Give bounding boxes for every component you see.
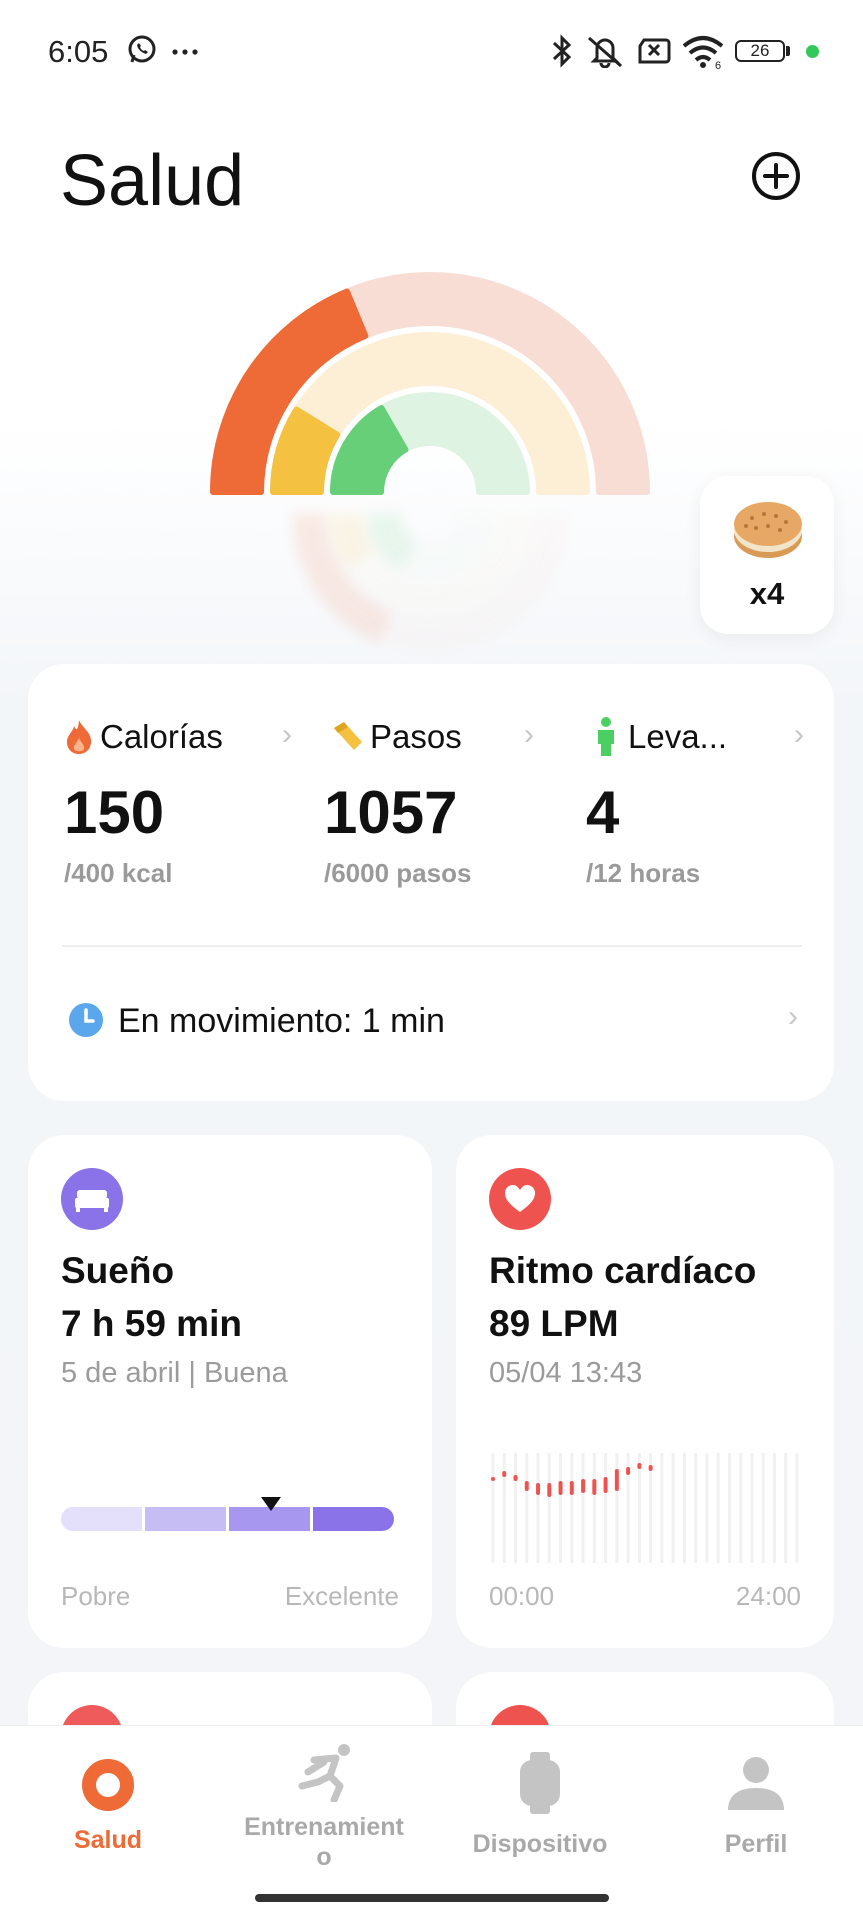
plus-circle-icon[interactable]	[750, 150, 802, 202]
activity-rings-reflection	[292, 513, 568, 653]
metric-goal: /400 kcal	[64, 858, 173, 888]
hr-range-mark	[603, 1477, 608, 1493]
reward-badge[interactable]: x4	[700, 476, 834, 634]
nav-label: Dispositivo	[472, 1830, 608, 1858]
more-icon	[172, 49, 198, 55]
sleep-quality-marker	[260, 1497, 281, 1511]
profile-icon	[728, 1757, 784, 1810]
battery-tip	[786, 46, 790, 56]
sleep-value: 7 h 59 min	[61, 1303, 242, 1344]
metric-label: Pasos	[370, 718, 462, 755]
watch-icon	[520, 1752, 560, 1814]
metric-value: 150	[64, 779, 165, 846]
metric-stand[interactable]: Leva... › 4 /12 horas	[586, 712, 826, 888]
nav-item-entrenamiento[interactable]: Entrenamient o	[244, 1726, 404, 1886]
status-bar: 6:05 6 26	[0, 0, 863, 110]
metric-value: 1057	[324, 779, 458, 846]
nav-item-perfil[interactable]: Perfil	[686, 1726, 826, 1886]
sleep-card[interactable]: Sueño 7 h 59 min 5 de abril | Buena Pobr…	[28, 1135, 432, 1648]
heart-rate-chart	[491, 1453, 799, 1563]
nav-label: Salud	[73, 1826, 143, 1854]
heart-value: 89 LPM	[489, 1303, 619, 1344]
hr-range-mark	[536, 1483, 541, 1495]
nav-item-dispositivo[interactable]: Dispositivo	[465, 1726, 615, 1886]
hr-range-mark	[502, 1471, 507, 1477]
metric-value: 4	[586, 779, 620, 846]
shoe-icon	[334, 722, 362, 750]
bluetooth-icon	[552, 34, 572, 68]
bottom-navigation: Salud Entrenamient o Dispositivo Perfil	[0, 1725, 863, 1921]
activity-rings[interactable]	[190, 260, 670, 500]
no-sim-icon	[638, 38, 671, 64]
flame-icon	[67, 720, 92, 754]
status-time: 6:05	[48, 34, 109, 69]
page-title: Salud	[60, 141, 245, 221]
bed-icon	[61, 1168, 123, 1230]
sleep-scale-max: Excelente	[284, 1581, 399, 1611]
hr-range-mark	[491, 1477, 495, 1481]
sleep-quality-bar	[61, 1507, 394, 1531]
nav-item-salud[interactable]: Salud	[38, 1726, 178, 1886]
heart-rate-card[interactable]: Ritmo cardíaco 89 LPM 05/04 13:43 00:00 …	[456, 1135, 834, 1648]
sleep-segment	[145, 1507, 226, 1531]
chevron-right-icon: ›	[282, 718, 292, 751]
sleep-title: Sueño	[61, 1250, 175, 1291]
metric-steps[interactable]: Pasos › 1057 /6000 pasos	[324, 712, 544, 888]
movement-text: En movimiento: 1 min	[118, 1002, 445, 1040]
metric-calories[interactable]: Calorías › 150 /400 kcal	[64, 712, 292, 888]
sleep-segment	[61, 1507, 142, 1531]
hr-range-mark	[547, 1483, 552, 1497]
metric-label: Leva...	[628, 718, 728, 755]
divider	[62, 945, 802, 947]
battery-level: 26	[735, 40, 785, 62]
metric-label: Calorías	[100, 718, 223, 755]
home-indicator[interactable]	[255, 1894, 609, 1902]
svg-text:6: 6	[715, 60, 721, 70]
hr-range-mark	[513, 1475, 518, 1481]
mute-icon	[588, 36, 622, 68]
clock-icon	[69, 1003, 103, 1037]
nav-label: Entrenamient o	[244, 1813, 404, 1871]
heart-x-start: 00:00	[489, 1581, 555, 1611]
cookie-icon	[734, 502, 802, 558]
hr-range-mark	[524, 1481, 529, 1491]
heart-x-end: 24:00	[735, 1581, 801, 1611]
running-icon	[298, 1744, 350, 1802]
movement-row[interactable]: En movimiento: 1 min ›	[62, 984, 802, 1054]
hr-range-mark	[626, 1467, 631, 1475]
heart-title: Ritmo cardíaco	[489, 1250, 757, 1291]
person-standing-icon	[598, 717, 614, 756]
reward-count: x4	[749, 576, 785, 611]
chevron-right-icon: ›	[524, 718, 534, 751]
metric-goal: /12 horas	[586, 858, 701, 888]
sleep-segment	[313, 1507, 394, 1531]
privacy-indicator	[806, 45, 819, 58]
wifi-icon: 6	[682, 36, 724, 70]
chevron-right-icon: ›	[794, 718, 804, 751]
hr-range-mark	[569, 1481, 574, 1495]
nav-label: Perfil	[724, 1830, 788, 1858]
activity-summary-card[interactable]: Calorías › 150 /400 kcal Pasos › 1057 /6…	[28, 664, 834, 1101]
hr-range-mark	[592, 1479, 597, 1495]
heart-subtitle: 05/04 13:43	[489, 1357, 643, 1389]
chevron-right-icon: ›	[788, 1000, 798, 1033]
heart-icon	[489, 1168, 551, 1230]
hr-range-mark	[648, 1465, 653, 1471]
sleep-scale-min: Pobre	[61, 1581, 131, 1611]
hr-range-mark	[558, 1481, 563, 1495]
whatsapp-icon	[128, 35, 156, 63]
hr-range-mark	[637, 1463, 642, 1469]
sleep-subtitle: 5 de abril | Buena	[61, 1357, 288, 1389]
metric-goal: /6000 pasos	[324, 858, 472, 888]
hr-range-mark	[614, 1469, 619, 1491]
hr-range-mark	[581, 1479, 586, 1493]
health-ring-icon	[82, 1759, 134, 1811]
